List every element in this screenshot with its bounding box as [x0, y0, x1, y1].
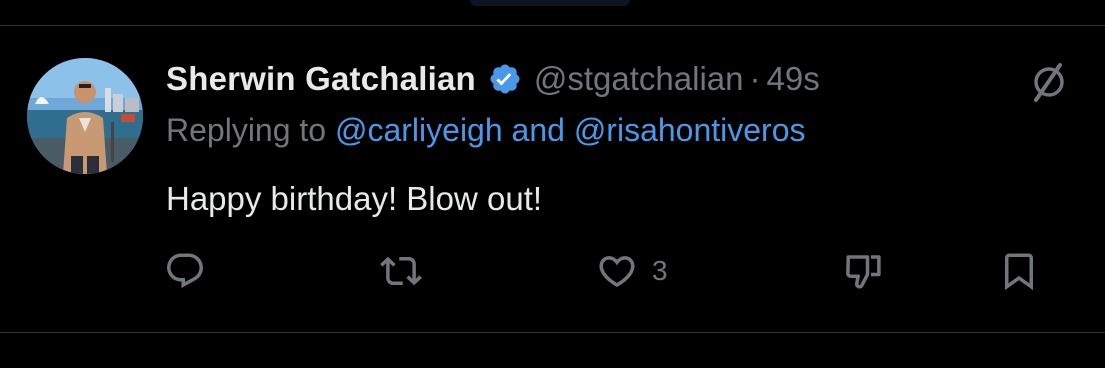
- reply-mention-carliyeigh[interactable]: @carliyeigh: [335, 112, 503, 148]
- reply-and-text: and: [511, 112, 565, 148]
- avatar[interactable]: [27, 58, 143, 174]
- dislike-button[interactable]: [843, 249, 885, 293]
- reply-button[interactable]: [164, 249, 206, 293]
- reply-mention-risahontiveros[interactable]: @risahontiveros: [574, 112, 806, 148]
- tweet-container: Sherwin Gatchalian @stgatchalian · 49s R…: [0, 0, 1105, 368]
- bookmark-button[interactable]: [998, 249, 1040, 293]
- avatar-image: [27, 58, 143, 174]
- reply-icon: [167, 253, 203, 288]
- like-count: 3: [652, 255, 668, 286]
- replying-to-line: Replying to @carliyeigh and @risahontive…: [166, 112, 806, 149]
- bookmark-icon: [1005, 253, 1033, 291]
- top-shade: [470, 0, 630, 6]
- header-separator: ·: [749, 60, 761, 97]
- bottom-divider: [0, 332, 1105, 333]
- timestamp[interactable]: 49s: [766, 60, 819, 98]
- grok-icon[interactable]: [1027, 60, 1071, 104]
- top-divider: [0, 25, 1105, 26]
- tweet-text: Happy birthday! Blow out!: [166, 180, 543, 217]
- like-icon: [599, 256, 635, 288]
- repost-icon: [380, 256, 422, 286]
- tweet-header: Sherwin Gatchalian @stgatchalian · 49s: [166, 58, 820, 100]
- author-handle[interactable]: @stgatchalian: [534, 60, 744, 98]
- verified-badge-icon[interactable]: [488, 62, 522, 96]
- repost-button[interactable]: [380, 249, 422, 293]
- dislike-icon: [846, 255, 881, 289]
- like-button[interactable]: 3: [596, 249, 668, 293]
- replying-label: Replying to: [166, 112, 327, 148]
- author-name[interactable]: Sherwin Gatchalian: [166, 60, 476, 98]
